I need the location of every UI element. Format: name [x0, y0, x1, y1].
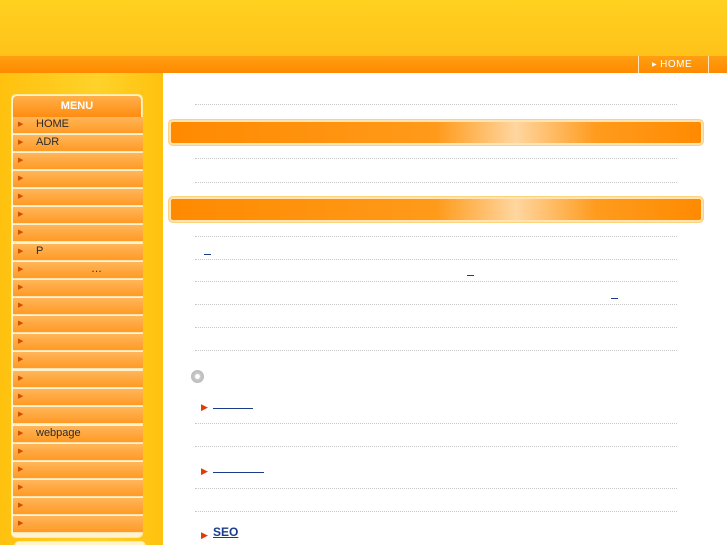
divider	[195, 488, 677, 489]
triangle-right-icon: ▶	[18, 139, 24, 146]
menu-item[interactable]: ▶…	[13, 262, 143, 279]
nav-divider	[708, 56, 709, 73]
triangle-right-icon: ▶	[18, 266, 24, 273]
triangle-right-icon: ▶	[18, 356, 24, 363]
menu-item-label: ADR	[36, 136, 60, 148]
triangle-right-icon: ▶	[652, 62, 658, 68]
menu-item[interactable]: ▶	[13, 153, 143, 170]
menu-item[interactable]: ▶	[13, 225, 143, 242]
triangle-right-icon: ▶	[18, 121, 24, 128]
circle-bullet-icon	[191, 370, 204, 383]
menu-item[interactable]: ▶	[13, 371, 143, 388]
divider	[195, 511, 677, 512]
menu-item-webpage[interactable]: ▶ webpage	[13, 426, 143, 443]
triangle-right-icon: ▶	[201, 466, 208, 476]
triangle-right-icon: ▶	[18, 338, 24, 345]
menu-item[interactable]: ▶	[13, 462, 143, 479]
triangle-right-icon: ▶	[18, 520, 24, 527]
top-nav-bar: ▶ HOME	[0, 56, 727, 73]
divider	[195, 423, 677, 424]
menu-item[interactable]: ▶	[13, 207, 143, 224]
menu-item-home[interactable]: ▶ HOME	[13, 117, 143, 134]
triangle-right-icon: ▶	[18, 430, 24, 437]
menu-item[interactable]: ▶	[13, 444, 143, 461]
triangle-right-icon: ▶	[18, 484, 24, 491]
section-heading-bar	[168, 119, 704, 146]
menu-item[interactable]: ▶	[13, 316, 143, 333]
menu-item-label: HOME	[36, 118, 69, 130]
menu-item[interactable]: ▶	[13, 498, 143, 515]
triangle-right-icon: ▶	[18, 193, 24, 200]
menu-item-ellipsis: …	[91, 263, 102, 275]
triangle-right-icon: ▶	[18, 320, 24, 327]
nav-divider	[638, 56, 639, 73]
triangle-right-icon: ▶	[18, 375, 24, 382]
divider	[195, 446, 677, 447]
triangle-right-icon: ▶	[201, 530, 208, 540]
section-heading-bar	[168, 196, 704, 223]
triangle-right-icon: ▶	[18, 229, 24, 236]
menu-item[interactable]: ▶	[13, 389, 143, 406]
triangle-right-icon: ▶	[18, 175, 24, 182]
menu-item[interactable]: ▶	[13, 171, 143, 188]
triangle-right-icon: ▶	[18, 302, 24, 309]
inline-link[interactable]	[611, 298, 618, 299]
menu-item[interactable]: ▶	[13, 516, 143, 533]
menu-item[interactable]: ▶	[13, 334, 143, 351]
divider	[195, 281, 677, 282]
menu-item[interactable]: ▶	[13, 189, 143, 206]
menu-item-label: webpage	[36, 427, 81, 439]
menu-title: MENU	[13, 96, 141, 117]
triangle-right-icon: ▶	[18, 211, 24, 218]
triangle-right-icon: ▶	[201, 402, 208, 412]
inline-link[interactable]	[204, 254, 211, 255]
triangle-right-icon: ▶	[18, 411, 24, 418]
menu-item[interactable]: ▶	[13, 407, 143, 424]
triangle-right-icon: ▶	[18, 248, 24, 255]
triangle-right-icon: ▶	[18, 466, 24, 473]
sidebar-bottom-box	[14, 541, 146, 545]
triangle-right-icon: ▶	[18, 502, 24, 509]
menu-item-adr[interactable]: ▶ ADR	[13, 135, 143, 152]
menu-item[interactable]: ▶	[13, 352, 143, 369]
site-header	[0, 0, 727, 56]
content-link[interactable]	[213, 472, 264, 473]
menu-item[interactable]: ▶	[13, 480, 143, 497]
divider	[195, 259, 677, 260]
menu-item[interactable]: ▶	[13, 280, 143, 297]
divider	[195, 304, 677, 305]
nav-home-link[interactable]: ▶ HOME	[652, 58, 692, 71]
seo-link[interactable]: SEO	[213, 525, 238, 539]
menu-item-label: P	[36, 245, 44, 257]
triangle-right-icon: ▶	[18, 448, 24, 455]
menu-item[interactable]: ▶	[13, 298, 143, 315]
triangle-right-icon: ▶	[18, 393, 24, 400]
divider	[195, 350, 677, 351]
divider	[195, 236, 677, 237]
divider	[195, 327, 677, 328]
inline-link[interactable]	[467, 275, 474, 276]
nav-home-label: HOME	[660, 59, 693, 70]
divider	[195, 104, 677, 105]
triangle-right-icon: ▶	[18, 284, 24, 291]
content-link[interactable]	[213, 408, 253, 409]
triangle-right-icon: ▶	[18, 157, 24, 164]
divider	[195, 182, 677, 183]
menu-item-p[interactable]: ▶ P	[13, 244, 143, 261]
divider	[195, 158, 677, 159]
